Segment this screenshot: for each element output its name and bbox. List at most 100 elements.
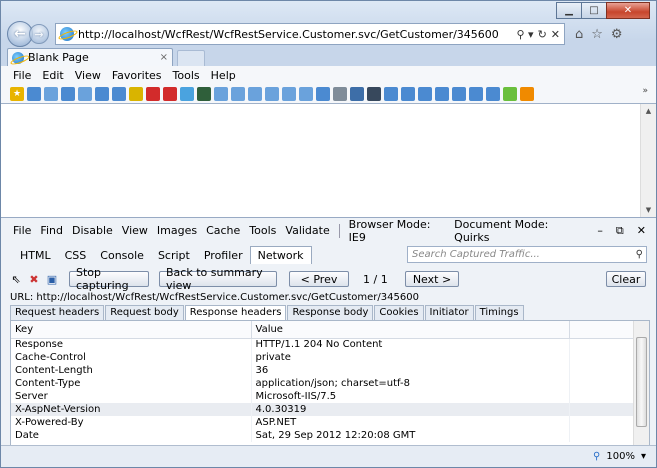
menu-file[interactable]: File xyxy=(13,69,31,82)
bookmark-icon[interactable] xyxy=(129,86,143,101)
bookmark-icon[interactable] xyxy=(316,86,330,101)
home-icon[interactable]: ⌂ xyxy=(575,27,583,42)
bookmark-icon[interactable] xyxy=(452,86,466,101)
bookmark-icon[interactable] xyxy=(384,86,398,101)
bookmark-icon[interactable] xyxy=(112,86,126,101)
tab-console[interactable]: Console xyxy=(93,247,151,264)
save-icon[interactable]: ▣ xyxy=(45,272,59,286)
bookmark-icon[interactable] xyxy=(520,86,534,101)
table-row[interactable]: X-Powered-By ASP.NET xyxy=(11,416,635,429)
bookmark-icon[interactable] xyxy=(78,86,92,101)
table-row[interactable]: Response HTTP/1.1 204 No Content xyxy=(11,338,635,351)
chevron-right-icon[interactable]: » xyxy=(642,86,648,96)
address-url[interactable]: http://localhost/WcfRest/WcfRestService.… xyxy=(78,28,516,41)
search-captured-traffic-input[interactable]: Search Captured Traffic... ⚲ xyxy=(407,246,647,263)
table-scrollbar[interactable] xyxy=(633,321,649,445)
devtools-unpin-icon[interactable]: ⧉ xyxy=(616,224,624,238)
bookmark-icon[interactable] xyxy=(486,86,500,101)
devtools-menu-cache[interactable]: Cache xyxy=(206,224,240,237)
bookmark-icon[interactable] xyxy=(44,86,58,101)
table-row[interactable]: Server Microsoft-IIS/7.5 xyxy=(11,390,635,403)
devtools-close-icon[interactable]: ✕ xyxy=(637,224,646,237)
stop-capturing-button[interactable]: Stop capturing xyxy=(69,266,149,292)
bookmark-icon[interactable] xyxy=(282,86,296,101)
devtools-menu-validate[interactable]: Validate xyxy=(285,224,329,237)
bookmark-icon[interactable] xyxy=(469,86,483,101)
scroll-down-icon[interactable]: ▼ xyxy=(641,203,656,217)
subtab-request-body[interactable]: Request body xyxy=(105,305,184,321)
devtools-menu-images[interactable]: Images xyxy=(157,224,197,237)
bookmark-icon[interactable] xyxy=(163,86,177,101)
devtools-menu-disable[interactable]: Disable xyxy=(72,224,113,237)
scrollbar-thumb[interactable] xyxy=(636,337,647,427)
browser-mode-menu[interactable]: Browser Mode: IE9 xyxy=(349,218,446,244)
bookmark-icon[interactable] xyxy=(27,86,41,101)
menu-edit[interactable]: Edit xyxy=(42,69,63,82)
chevron-down-icon[interactable]: ▾ xyxy=(641,451,646,462)
table-row[interactable]: Content-Type application/json; charset=ut… xyxy=(11,377,635,390)
prev-button[interactable]: < Prev xyxy=(289,271,349,287)
bookmark-icon[interactable] xyxy=(367,86,381,101)
bookmark-icon[interactable] xyxy=(435,86,449,101)
back-to-summary-button[interactable]: Back to summary view xyxy=(159,266,277,292)
bookmark-icon[interactable] xyxy=(350,86,364,101)
table-row[interactable]: Date Sat, 29 Sep 2012 12:20:08 GMT xyxy=(11,429,635,442)
tab-css[interactable]: CSS xyxy=(58,247,94,264)
bookmark-icon[interactable] xyxy=(418,86,432,101)
bookmark-icon[interactable] xyxy=(401,86,415,101)
bookmark-icon[interactable] xyxy=(95,86,109,101)
bookmark-icon[interactable] xyxy=(197,86,211,101)
bookmark-icon[interactable] xyxy=(333,86,347,101)
subtab-initiator[interactable]: Initiator xyxy=(424,305,474,321)
address-bar[interactable]: http://localhost/WcfRest/WcfRestService.… xyxy=(55,23,565,45)
clear-button[interactable]: Clear xyxy=(606,271,646,287)
table-row[interactable]: Cache-Control private xyxy=(11,351,635,364)
devtools-minimize-icon[interactable]: – xyxy=(597,224,603,237)
select-element-icon[interactable]: ⇖ xyxy=(9,272,23,286)
bookmark-icon[interactable] xyxy=(61,86,75,101)
tab-close-icon[interactable]: × xyxy=(160,52,168,63)
zoom-icon[interactable]: ⚲ xyxy=(593,451,600,462)
tab-html[interactable]: HTML xyxy=(13,247,58,264)
subtab-cookies[interactable]: Cookies xyxy=(374,305,424,321)
table-row[interactable]: X-AspNet-Version 4.0.30319 xyxy=(11,403,635,416)
favorites-star-icon[interactable]: ★ xyxy=(10,86,24,101)
bookmark-icon[interactable] xyxy=(265,86,279,101)
bookmark-icon[interactable] xyxy=(180,86,194,101)
refresh-icon[interactable]: ↻ xyxy=(538,28,547,41)
column-key[interactable]: Key xyxy=(11,321,252,339)
table-row[interactable]: Content-Length 36 xyxy=(11,364,635,377)
page-scrollbar[interactable]: ▲ ▼ xyxy=(640,104,656,217)
new-tab-button[interactable] xyxy=(177,50,205,66)
subtab-timings[interactable]: Timings xyxy=(474,305,524,321)
bookmark-icon[interactable] xyxy=(231,86,245,101)
tab-blank-page[interactable]: Blank Page × xyxy=(7,48,173,66)
minimize-button[interactable]: ▁ xyxy=(556,2,582,19)
search-icon[interactable]: ⚲ xyxy=(636,249,643,260)
devtools-menu-file[interactable]: File xyxy=(13,224,31,237)
subtab-request-headers[interactable]: Request headers xyxy=(10,305,105,321)
devtools-menu-view[interactable]: View xyxy=(122,224,148,237)
clear-cache-icon[interactable]: ✖ xyxy=(27,272,41,286)
tab-profiler[interactable]: Profiler xyxy=(197,247,250,264)
zoom-level[interactable]: 100% xyxy=(606,451,635,462)
bookmark-icon[interactable] xyxy=(299,86,313,101)
bookmark-icon[interactable] xyxy=(214,86,228,101)
devtools-menu-find[interactable]: Find xyxy=(40,224,63,237)
menu-favorites[interactable]: Favorites xyxy=(112,69,162,82)
tab-script[interactable]: Script xyxy=(151,247,197,264)
subtab-response-body[interactable]: Response body xyxy=(287,305,374,321)
tab-network[interactable]: Network xyxy=(249,246,312,264)
maximize-button[interactable]: □ xyxy=(581,2,607,19)
bookmark-icon[interactable] xyxy=(503,86,517,101)
menu-view[interactable]: View xyxy=(75,69,101,82)
gear-icon[interactable]: ⚙ xyxy=(611,27,623,42)
next-button[interactable]: Next > xyxy=(405,271,459,287)
favorites-star-icon[interactable]: ☆ xyxy=(591,27,603,42)
document-mode-menu[interactable]: Document Mode: Quirks xyxy=(454,218,579,244)
search-icon[interactable]: ⚲ ▾ xyxy=(516,28,533,41)
stop-icon[interactable]: ✕ xyxy=(551,28,560,41)
subtab-response-headers[interactable]: Response headers xyxy=(184,305,287,321)
scroll-up-icon[interactable]: ▲ xyxy=(641,104,656,118)
close-button[interactable]: ✕ xyxy=(606,2,650,19)
